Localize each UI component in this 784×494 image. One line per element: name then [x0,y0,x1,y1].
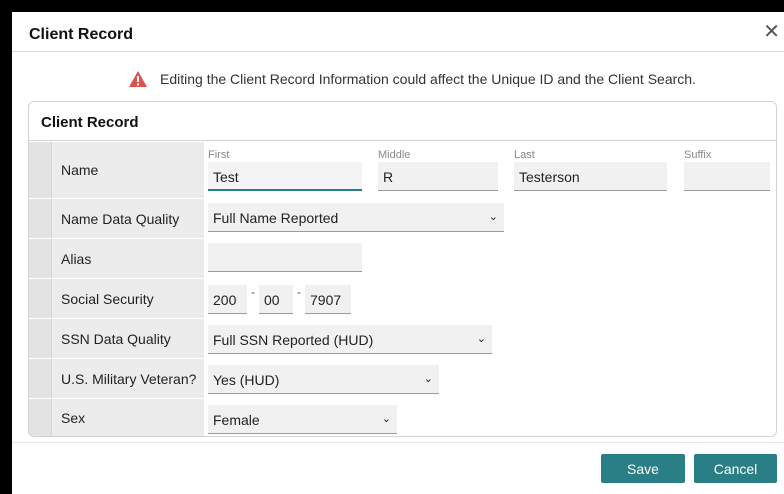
first-name-label: First [208,149,230,161]
warning-icon [129,71,147,87]
ssn-separator: - [251,285,255,299]
veteran-label: U.S. Military Veteran? [61,370,197,387]
ssn-separator: - [297,285,301,299]
name-quality-label: Name Data Quality [61,210,180,227]
veteran-select[interactable]: Yes (HUD) ⌄ [208,365,439,394]
warning-banner: Editing the Client Record Information co… [128,70,696,88]
footer-divider [12,442,784,443]
middle-name-label: Middle [378,149,411,161]
name-label: Name [61,162,99,178]
alias-field[interactable] [208,243,362,272]
ssn-quality-label: SSN Data Quality [61,330,171,347]
name-row: Name First Test Middle R Last Testerson … [29,142,776,199]
ssn-label: Social Security [61,290,154,307]
client-record-dialog: Client Record ✕ Editing the Client Recor… [12,12,784,494]
chevron-down-icon: ⌄ [488,211,498,223]
ssn-quality-select[interactable]: Full SSN Reported (HUD) ⌄ [208,325,492,354]
ssn-row: Social Security 200 - 00 - 7907 [29,279,776,319]
ssn-part1-field[interactable]: 200 [208,285,247,314]
chevron-down-icon: ⌄ [476,333,486,345]
sex-row: Sex Female ⌄ [29,399,776,436]
name-quality-select[interactable]: Full Name Reported ⌄ [208,203,504,232]
sex-label: Sex [61,410,86,426]
chevron-down-icon: ⌄ [423,373,433,385]
last-name-label: Last [514,149,535,161]
last-name-field[interactable]: Testerson [514,162,667,191]
cancel-button[interactable]: Cancel [694,454,777,483]
middle-name-field[interactable]: R [378,162,498,191]
ssn-quality-row: SSN Data Quality Full SSN Reported (HUD)… [29,319,776,359]
close-icon[interactable]: ✕ [763,22,780,42]
chevron-down-icon: ⌄ [381,413,391,425]
first-name-field[interactable]: Test [208,162,362,191]
warning-text: Editing the Client Record Information co… [160,71,696,87]
alias-row: Alias [29,239,776,279]
suffix-field[interactable] [684,162,770,191]
title-divider [12,51,784,52]
name-quality-row: Name Data Quality Full Name Reported ⌄ [29,199,776,239]
sex-select[interactable]: Female ⌄ [208,405,397,434]
alias-label: Alias [61,250,92,267]
suffix-label: Suffix [684,149,712,161]
save-button[interactable]: Save [601,454,685,483]
ssn-part2-field[interactable]: 00 [259,285,293,314]
dialog-title: Client Record [29,26,134,43]
ssn-part3-field[interactable]: 7907 [305,285,351,314]
panel-title: Client Record [29,102,776,141]
client-record-panel: Client Record Name First Test Middle R L… [28,101,777,437]
veteran-row: U.S. Military Veteran? Yes (HUD) ⌄ [29,359,776,399]
